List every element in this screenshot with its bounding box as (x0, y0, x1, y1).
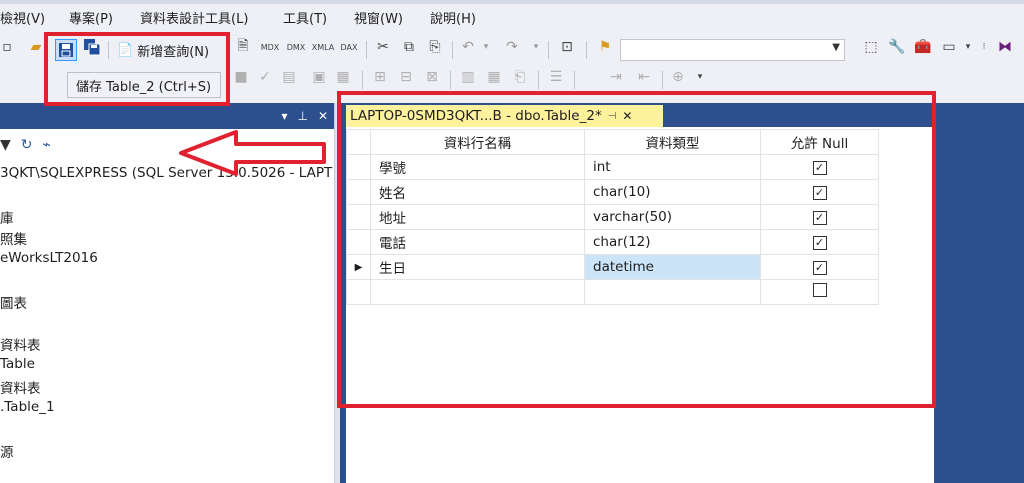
dmx-query-icon[interactable]: DMX (284, 36, 308, 58)
save-tooltip: 儲存 Table_2 (Ctrl+S) (67, 72, 221, 98)
close-icon[interactable]: ✕ (318, 109, 328, 123)
set-primary-key-icon[interactable]: ■ (232, 66, 250, 88)
find-icon[interactable]: ⚑ (594, 36, 616, 58)
toolbar-separator (586, 41, 587, 59)
comment-icon[interactable]: ☰ (546, 66, 566, 88)
window-icon[interactable]: ▭ (938, 36, 960, 58)
table-grid-icon[interactable]: ▦ (484, 66, 504, 88)
activity-monitor-icon[interactable]: ⌁ (43, 137, 51, 153)
toolbar-overflow-icon[interactable]: ⁝ (978, 36, 990, 58)
new-project-icon[interactable]: ▫ (0, 36, 14, 58)
object-explorer-header: ▾ ⊥ ✕ (0, 103, 334, 129)
script-icon[interactable]: ⎗ (510, 66, 530, 88)
cut-icon[interactable]: ✂ (372, 36, 394, 58)
solution-explorer-icon[interactable]: ⬚ (860, 36, 882, 58)
window-position-dropdown-icon[interactable]: ▾ (281, 109, 287, 123)
redo-dropdown-icon[interactable]: ▾ (530, 36, 542, 58)
menu-view[interactable]: 檢視(V) (0, 8, 45, 27)
tree-item-adventureworks[interactable]: eWorksLT2016 (0, 250, 98, 266)
constraints-icon[interactable]: ⊠ (422, 66, 442, 88)
chevron-down-icon: ▼ (832, 42, 840, 53)
paste-icon[interactable]: ⎘ (424, 36, 446, 58)
outdent-icon[interactable]: ⇤ (634, 66, 654, 88)
toolbar-separator (538, 71, 539, 89)
save-tooltip-text: 儲存 Table_2 (Ctrl+S) (76, 79, 212, 95)
save-disabled-icon[interactable]: ▣ (310, 66, 328, 88)
xmla-query-icon[interactable]: XMLA (310, 36, 336, 58)
annotation-box-designer (337, 91, 936, 408)
toolbar-separator (450, 71, 451, 89)
menu-table-designer[interactable]: 資料表設計工具(L) (140, 8, 248, 27)
toolbar-separator (548, 41, 549, 59)
menu-window[interactable]: 視窗(W) (354, 8, 403, 27)
indexes-icon[interactable]: ⊟ (396, 66, 416, 88)
relationships-icon[interactable]: ⊞ (370, 66, 390, 88)
database-engine-query-icon[interactable]: 🗎 (232, 36, 254, 58)
undo-icon[interactable]: ↶ (458, 36, 478, 58)
indent-icon[interactable]: ⇥ (606, 66, 626, 88)
copy-icon[interactable]: ⧉ (398, 36, 420, 58)
properties-icon[interactable]: ⊡ (556, 36, 578, 58)
pin-icon[interactable]: ⊥ (297, 109, 307, 123)
toolbar2-overflow-icon[interactable]: ▾ (694, 66, 706, 88)
specify-values-icon[interactable]: ⊕ (668, 66, 688, 88)
toolbox-icon[interactable]: 🧰 (912, 36, 934, 58)
object-explorer-toolbar: ▼ ↻ ⌁ (0, 136, 51, 154)
tree-item-table-1[interactable]: .Table_1 (0, 399, 55, 415)
toolbar-separator (362, 71, 363, 89)
mdx-query-icon[interactable]: MDX (258, 36, 282, 58)
tree-item-resources[interactable]: 源 (0, 441, 14, 461)
grid-disabled-icon[interactable]: ▦ (334, 66, 352, 88)
menu-help[interactable]: 說明(H) (430, 8, 476, 27)
open-file-icon[interactable]: ▰ (26, 36, 46, 58)
view-icon[interactable]: ▤ (280, 66, 298, 88)
toolbar-separator (662, 71, 663, 89)
check-icon[interactable]: ✓ (256, 66, 274, 88)
toolbar-separator (366, 41, 367, 59)
table-icon[interactable]: ▥ (458, 66, 478, 88)
solution-configurations-combo[interactable]: ▼ (620, 39, 845, 61)
tree-item-snapshots[interactable]: 照集 (0, 228, 27, 248)
menu-tools[interactable]: 工具(T) (283, 8, 327, 27)
redo-icon[interactable]: ↷ (502, 36, 522, 58)
window-dropdown-icon[interactable]: ▾ (962, 36, 974, 58)
title-bar (0, 0, 1024, 4)
tree-item-external-tables[interactable]: 資料表 (0, 377, 41, 397)
menu-project[interactable]: 專案(P) (69, 8, 113, 27)
toolbar-separator (452, 41, 453, 59)
tree-item-filetable[interactable]: Table (0, 356, 35, 372)
tree-item-tables[interactable]: 資料表 (0, 334, 41, 354)
wrench-icon[interactable]: 🔧 (886, 36, 908, 58)
toolbar-separator (574, 71, 575, 89)
tree-item-databases[interactable]: 庫 (0, 207, 14, 227)
filter-icon[interactable]: ▼ (0, 137, 11, 153)
undo-dropdown-icon[interactable]: ▾ (480, 36, 492, 58)
annotation-arrow-icon (179, 130, 326, 176)
refresh-icon[interactable]: ↻ (21, 137, 33, 153)
tree-item-diagrams[interactable]: 圖表 (0, 292, 27, 312)
vs-icon[interactable]: ⧓ (994, 36, 1016, 58)
dax-query-icon[interactable]: DAX (337, 36, 361, 58)
